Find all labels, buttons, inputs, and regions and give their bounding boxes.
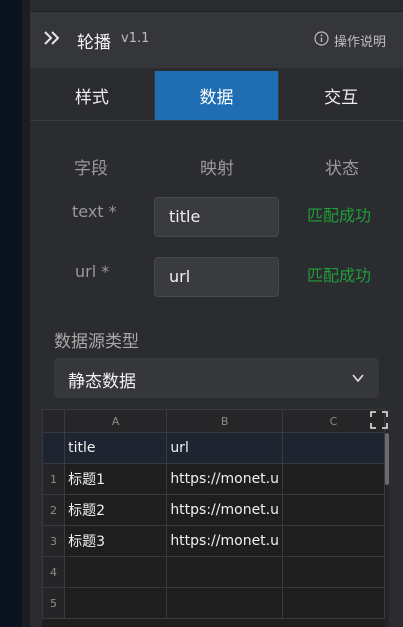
tab-style[interactable]: 样式: [30, 71, 155, 120]
config-panel: 轮播 v1.1 操作说明 样式 数据 交互 字段 映射 状态 text * ti…: [30, 0, 403, 627]
grid-cell[interactable]: [282, 587, 385, 619]
component-version: v1.1: [121, 31, 150, 46]
grid-cell[interactable]: [282, 494, 385, 526]
mapping-input-text[interactable]: title: [154, 197, 279, 237]
grid-cell[interactable]: 标题2: [64, 494, 168, 526]
data-source-value: 静态数据: [68, 372, 136, 392]
grid-cell[interactable]: [64, 587, 168, 619]
table-row: 4: [42, 556, 385, 588]
grid-cell[interactable]: https://monet.u: [166, 494, 283, 526]
grid-cell[interactable]: https://monet.u: [166, 463, 283, 495]
field-label-text: text *: [72, 202, 117, 221]
help-link[interactable]: 操作说明: [334, 31, 386, 50]
grid-column-header[interactable]: B: [166, 409, 283, 433]
grid-cell[interactable]: [282, 463, 385, 495]
column-header-field: 字段: [74, 159, 108, 179]
mapping-input-url[interactable]: url: [154, 257, 279, 297]
row-number: [42, 432, 66, 464]
grid-column-header[interactable]: A: [64, 409, 168, 433]
grid-cell[interactable]: url: [166, 432, 283, 464]
row-number: 4: [42, 556, 66, 588]
top-strip: [30, 0, 403, 12]
spreadsheet-grid[interactable]: A B C title url 1 标题1 https://monet.u 2 …: [42, 409, 385, 627]
grid-cell[interactable]: [64, 556, 168, 588]
row-number: 2: [42, 494, 66, 526]
grid-cell[interactable]: [166, 587, 283, 619]
column-header-mapping: 映射: [200, 159, 234, 179]
table-row: 2 标题2 https://monet.u: [42, 494, 385, 526]
grid-cell[interactable]: 标题1: [64, 463, 168, 495]
row-number: 1: [42, 463, 66, 495]
data-source-select[interactable]: 静态数据: [54, 358, 379, 398]
table-row: 5: [42, 587, 385, 619]
panel-edge: [22, 0, 30, 627]
table-row: 1 标题1 https://monet.u: [42, 463, 385, 495]
grid-cell[interactable]: [282, 525, 385, 557]
row-number: 5: [42, 587, 66, 619]
tab-interaction[interactable]: 交互: [279, 71, 403, 120]
grid-cell[interactable]: [282, 432, 385, 464]
match-status-text: 匹配成功: [307, 206, 372, 225]
component-title: 轮播: [77, 33, 111, 53]
canvas-background: [0, 0, 22, 627]
tabs-divider: [30, 120, 403, 121]
grid-scrollbar-thumb[interactable]: [385, 433, 389, 485]
table-row: title url: [42, 432, 385, 464]
grid-cell[interactable]: [282, 556, 385, 588]
column-header-status: 状态: [325, 159, 359, 179]
grid-cell[interactable]: https://monet.u: [166, 525, 283, 557]
tab-data[interactable]: 数据: [154, 71, 280, 120]
panel-header: 轮播 v1.1 操作说明: [30, 12, 403, 68]
double-chevron-right-icon[interactable]: [42, 29, 60, 47]
grid-cell[interactable]: [166, 556, 283, 588]
grid-corner: [42, 409, 66, 433]
chevron-down-icon: [352, 374, 364, 383]
table-row: 3 标题3 https://monet.u: [42, 525, 385, 557]
field-label-url: url *: [75, 262, 110, 281]
tab-bar: 样式 数据 交互: [30, 71, 403, 120]
data-source-label: 数据源类型: [54, 332, 139, 352]
match-status-url: 匹配成功: [307, 266, 372, 285]
info-icon[interactable]: [314, 31, 329, 46]
row-number: 3: [42, 525, 66, 557]
grid-cell[interactable]: 标题3: [64, 525, 168, 557]
fullscreen-icon[interactable]: [368, 409, 390, 431]
grid-cell[interactable]: title: [64, 432, 168, 464]
